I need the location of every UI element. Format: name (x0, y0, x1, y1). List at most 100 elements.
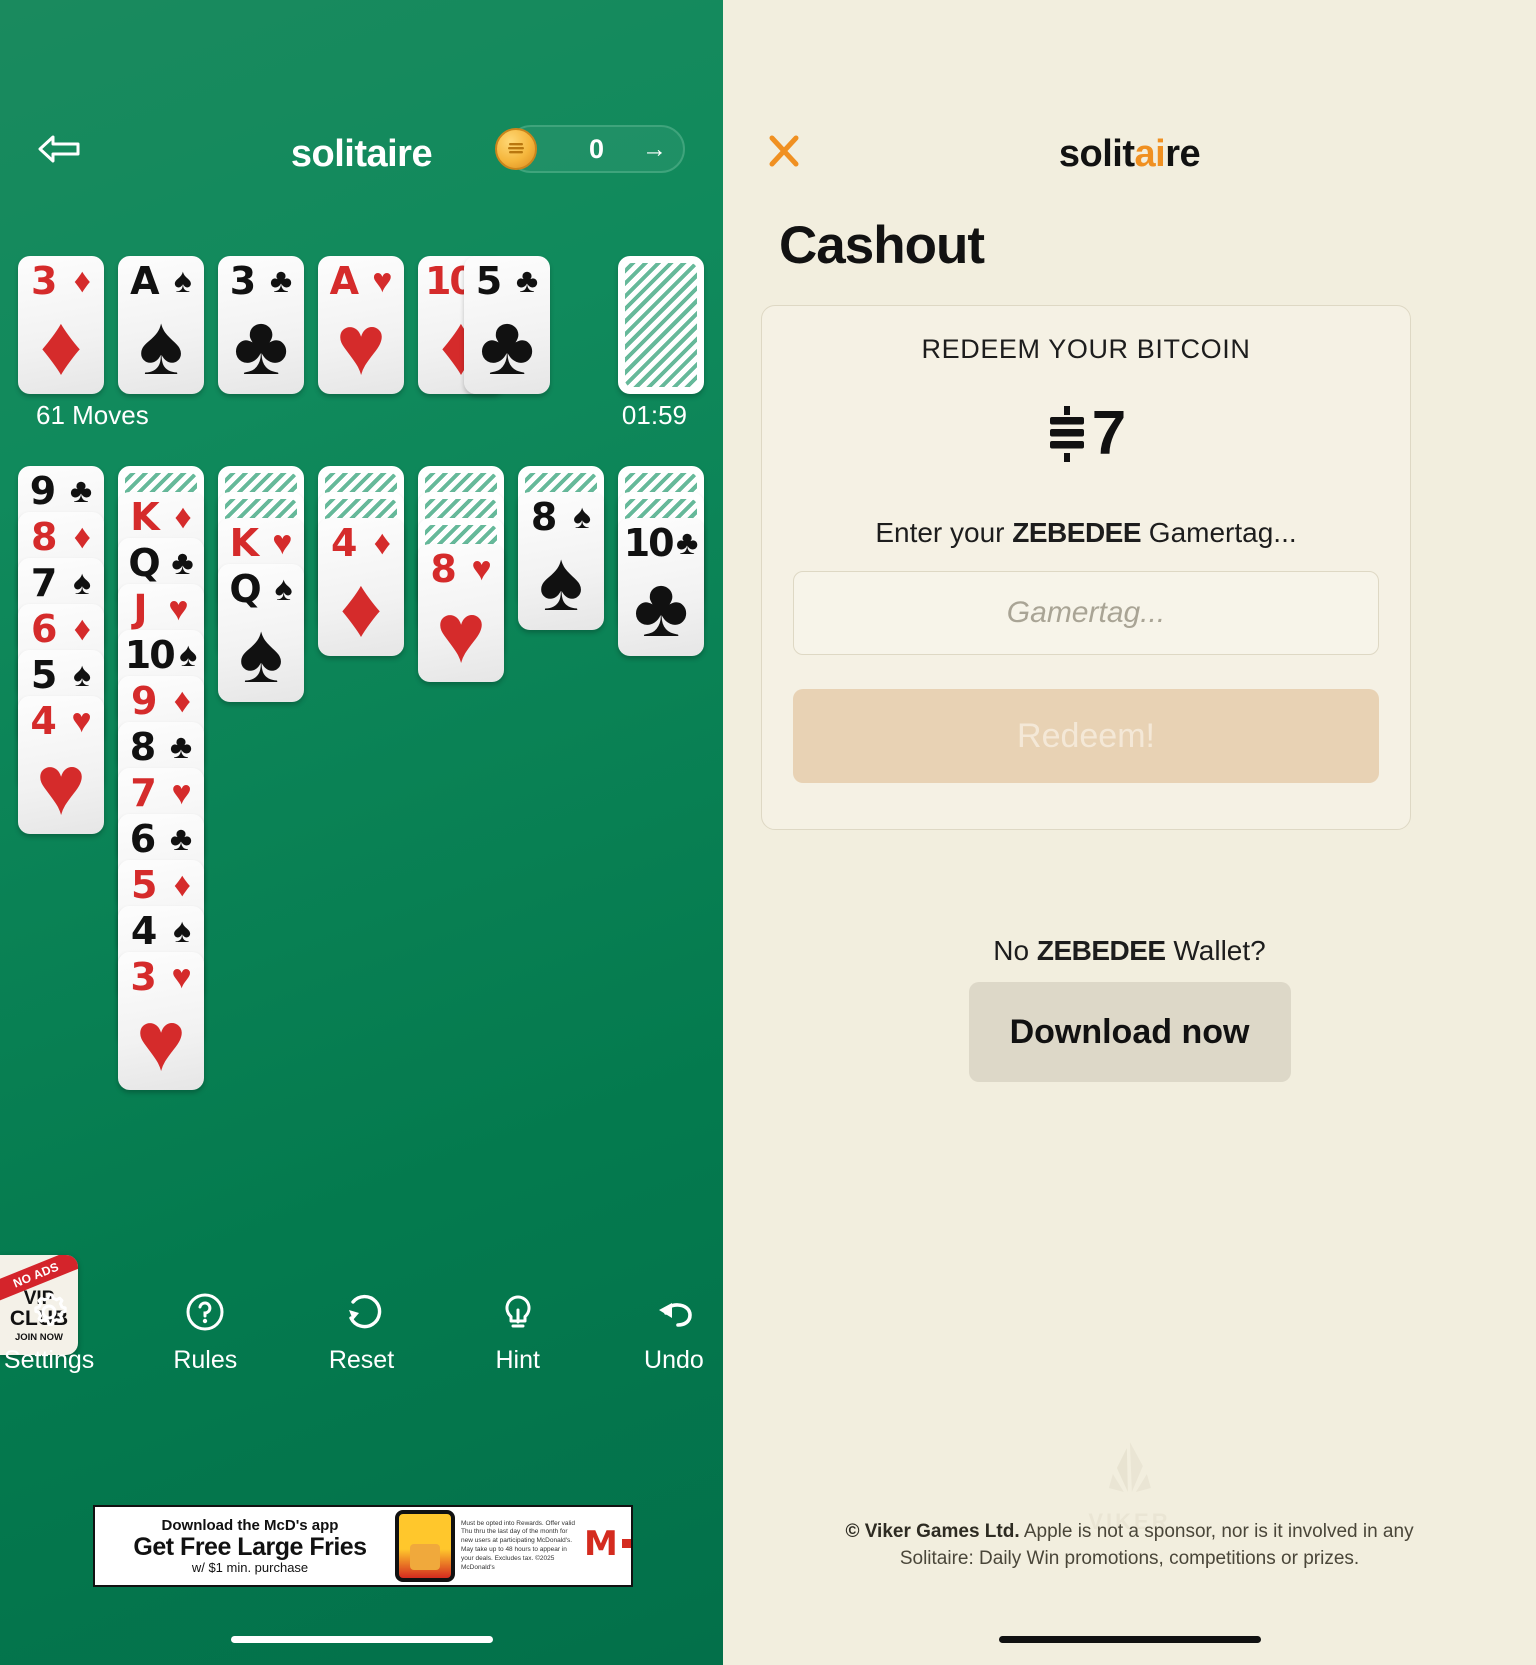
lightbulb-icon (494, 1288, 542, 1336)
no-wallet-suffix: Wallet? (1165, 935, 1266, 966)
toolbar-button-settings[interactable]: Settings (0, 1288, 98, 1375)
tableau-card[interactable]: 4 ♥ ♥ (18, 696, 104, 834)
tableau-card[interactable]: 8 ♥ ♥ (418, 544, 504, 682)
card-suit-icon: ♠ (573, 498, 592, 536)
gamertag-prompt: Enter your ZEBEDEE Gamertag... (762, 517, 1410, 549)
tableau-column[interactable]: 8 ♠ ♠ (518, 466, 604, 630)
card-suit-icon: ♠ (173, 262, 192, 300)
tableau-card[interactable]: 8 ♠ ♠ (518, 492, 604, 630)
toolbar-button-rules[interactable]: Rules (156, 1288, 254, 1375)
card-rank: 8 (430, 547, 456, 591)
foundation-card[interactable]: A ♠ ♠ (118, 256, 204, 394)
card-rank: 3 (31, 259, 57, 303)
tableau-column[interactable]: 9♣♣8♦♦7♠♠6♦♦5♠♠4♥♥ (18, 466, 104, 834)
card-corner: 8 ♣ (118, 728, 204, 766)
card-rank: 6 (129, 817, 156, 861)
toolbar-button-reset[interactable]: Reset (312, 1288, 410, 1375)
foundation-card[interactable]: 3 ♦ ♦ (18, 256, 104, 394)
tableau-column[interactable]: 8 ♥ ♥ (418, 466, 504, 682)
card-suit-large-icon: ♣ (233, 298, 289, 392)
no-wallet-prompt: No ZEBEDEE Wallet? (723, 935, 1536, 967)
card-corner: 6 ♣ (118, 820, 204, 858)
card-rank: 7 (30, 561, 57, 605)
tableau-column[interactable]: 4 ♦ ♦ (318, 466, 404, 656)
legal-footer: © Viker Games Ltd. Apple is not a sponso… (723, 1518, 1536, 1573)
card-suit-icon: ♥ (471, 550, 492, 588)
footer-line-1: Apple is not a sponsor, nor is it involv… (1019, 1520, 1414, 1542)
card-back-pattern (625, 263, 697, 387)
card-corner: 10 ♠ (118, 636, 204, 674)
card-rank: 5 (131, 863, 157, 907)
satoshi-symbol-icon (1049, 406, 1084, 462)
card-suit-large-icon: ♥ (436, 586, 486, 680)
card-suit-icon: ♠ (73, 564, 92, 602)
foundation-card[interactable]: 3 ♣ ♣ (218, 256, 304, 394)
coin-count: 0 (588, 133, 605, 164)
tableau-card[interactable]: Q ♠ ♠ (218, 564, 304, 702)
card-corner: 5 ♠ (18, 656, 104, 694)
home-indicator (998, 1636, 1261, 1643)
ad-headline: Download the McD's app (161, 1516, 339, 1534)
card-corner: Q ♣ (118, 544, 204, 582)
card-suit-icon: ♠ (73, 656, 92, 694)
card-rank: 5 (30, 653, 57, 697)
card-corner: K ♥ (218, 524, 304, 562)
card-corner: Q ♠ (218, 570, 304, 608)
moves-counter: 61 Moves (36, 400, 149, 430)
game-stats-row: 61 Moves 01:59 (0, 400, 723, 431)
foundation-card[interactable]: 5 ♣ ♣ (464, 256, 550, 394)
card-suit-icon: ♦ (173, 682, 191, 720)
card-corner: 4 ♦ (318, 524, 404, 562)
tableau-column[interactable]: K♥♥Q♠♠ (218, 466, 304, 702)
tableau-column[interactable]: K♦♦Q♣♣J♥♥10♠♠9♦♦8♣♣7♥♥6♣♣5♦♦4♠♠3♥♥ (118, 466, 204, 1090)
ad-legal-text: Must be opted into Rewards. Offer valid … (461, 1519, 576, 1571)
tableau-card[interactable]: 10 ♣ ♣ (618, 518, 704, 656)
cashout-panel: solitaire Cashout REDEEM YOUR BITCOIN 7 … (723, 0, 1536, 1665)
app-screen: solitaire 0 → 3♦♦A♠♠3♣♣A♥♥10♦♦5♣♣ 61 Mov… (0, 0, 1536, 1665)
ad-banner[interactable]: Download the McD's app Get Free Large Fr… (93, 1505, 633, 1587)
cashout-logo: solitaire (723, 133, 1536, 176)
redeem-card-title: REDEEM YOUR BITCOIN (921, 334, 1251, 364)
redeem-button[interactable]: Redeem! (793, 689, 1379, 783)
card-suit-icon: ♦ (73, 610, 91, 648)
reset-circular-arrow-icon (338, 1288, 386, 1336)
solitaire-game-panel: solitaire 0 → 3♦♦A♠♠3♣♣A♥♥10♦♦5♣♣ 61 Mov… (0, 0, 723, 1665)
card-suit-icon: ♠ (179, 636, 198, 674)
tableau-card[interactable]: 3 ♥ ♥ (118, 952, 204, 1090)
coin-balance-pill[interactable]: 0 → (495, 125, 685, 173)
card-suit-icon: ♦ (73, 262, 91, 300)
ad-close-icon[interactable] (622, 1539, 631, 1548)
card-suit-icon: ♣ (169, 728, 193, 766)
game-timer: 01:59 (621, 400, 687, 430)
card-suit-large-icon: ♦ (39, 298, 83, 392)
card-rank: A (329, 259, 359, 303)
question-circle-icon (181, 1288, 229, 1336)
tableau-column[interactable]: 10 ♣ ♣ (618, 466, 704, 656)
foundation-row[interactable]: 3♦♦A♠♠3♣♣A♥♥10♦♦5♣♣ (18, 256, 708, 394)
foundation-card[interactable]: A ♥ ♥ (318, 256, 404, 394)
card-suit-icon: ♥ (168, 590, 189, 628)
bitcoin-amount: 7 (1091, 399, 1127, 468)
download-now-button[interactable]: Download now (968, 982, 1291, 1082)
no-wallet-brand: ZEBEDEE (1036, 935, 1166, 966)
toolbar-button-hint[interactable]: Hint (469, 1288, 567, 1375)
gamertag-input[interactable] (793, 571, 1379, 655)
tableau-card[interactable]: 4 ♦ ♦ (318, 518, 404, 656)
card-suit-icon: ♣ (169, 820, 193, 858)
card-suit-large-icon: ♥ (336, 298, 386, 392)
viker-logo-icon (1108, 1442, 1151, 1492)
toolbar-label: Settings (3, 1346, 95, 1374)
card-suit-icon: ♣ (675, 524, 699, 562)
card-corner: 4 ♠ (118, 912, 204, 950)
logo-accent: ai (1134, 133, 1166, 175)
coin-arrow-icon: → (642, 134, 667, 163)
stock-pile-card[interactable] (618, 256, 704, 394)
card-corner: 6 ♦ (18, 610, 104, 648)
card-suit-large-icon: ♣ (633, 560, 689, 654)
gear-icon (25, 1288, 73, 1336)
card-rank: 9 (29, 469, 56, 513)
toolbar-button-undo[interactable]: Undo (625, 1288, 723, 1375)
zebedee-brand-label: ZEBEDEE (1012, 517, 1142, 548)
card-rank: A (130, 259, 159, 303)
card-rank: Q (128, 541, 160, 585)
